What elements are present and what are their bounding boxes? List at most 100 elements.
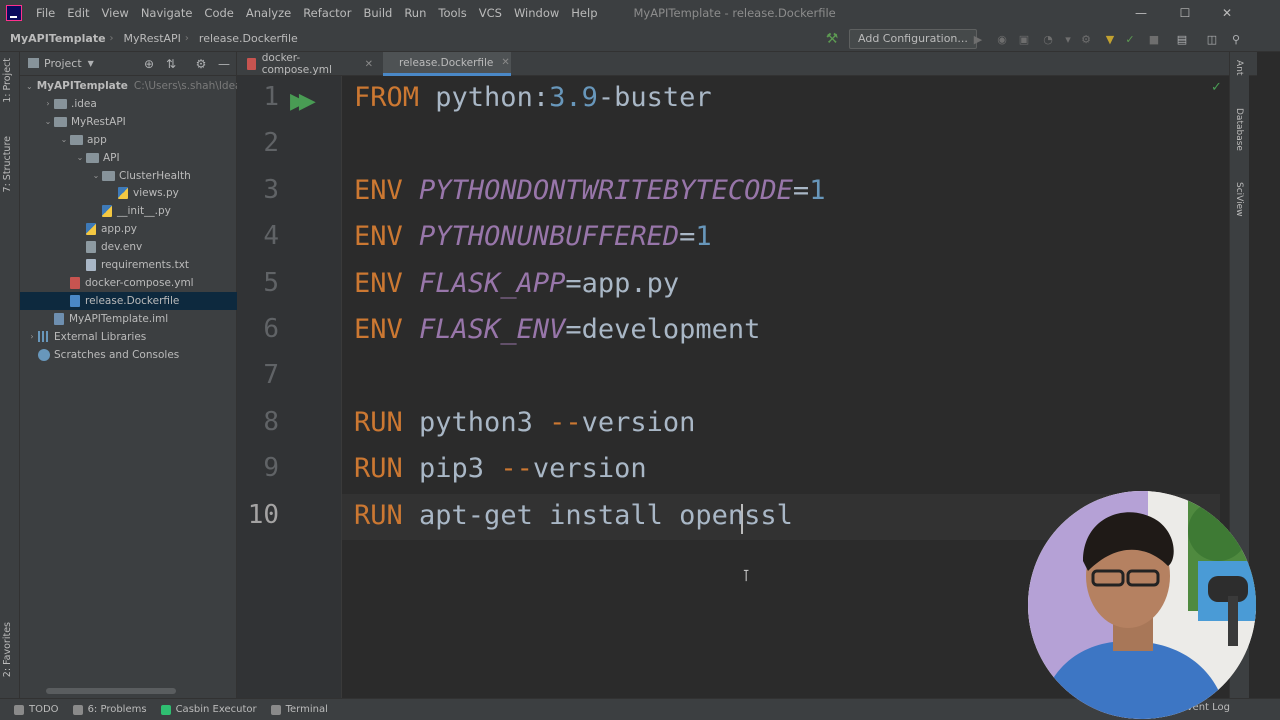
layout-icon[interactable]: ◫ bbox=[1204, 31, 1220, 47]
code-line[interactable]: RUN pip3 --version bbox=[354, 453, 647, 484]
iml-file-icon bbox=[54, 312, 64, 325]
inspection-ok-icon[interactable]: ✓ bbox=[1211, 80, 1222, 95]
profile-icon[interactable]: ◔ bbox=[1040, 31, 1056, 47]
tree-item[interactable]: ⌄ app bbox=[20, 131, 237, 149]
tree-item[interactable]: ⌄ MyAPITemplate C:\Users\s.shah\Idea bbox=[20, 77, 241, 95]
menu-edit[interactable]: Edit bbox=[61, 0, 95, 26]
line-number: 4 bbox=[263, 221, 279, 252]
menu-run[interactable]: Run bbox=[398, 0, 432, 26]
close-tab-icon[interactable]: ✕ bbox=[365, 59, 373, 70]
code-token: FLASK_ENV bbox=[419, 314, 566, 345]
chevron-right-icon[interactable]: › bbox=[42, 99, 54, 108]
sciview-tool-tab[interactable]: SciView bbox=[1234, 182, 1244, 217]
chevron-down-icon[interactable]: ⌄ bbox=[26, 82, 33, 91]
stop-icon[interactable]: ■ bbox=[1146, 31, 1162, 47]
code-line[interactable]: FROM python:3.9-buster bbox=[354, 82, 712, 113]
build-hammer-icon[interactable]: ⚒ bbox=[824, 31, 840, 47]
horizontal-scrollbar[interactable] bbox=[46, 688, 176, 694]
run-icon[interactable]: ▶ bbox=[970, 31, 986, 47]
chevron-down-icon[interactable]: ⌄ bbox=[58, 135, 70, 144]
search-icon[interactable]: ⚲ bbox=[1228, 31, 1244, 47]
tree-item[interactable]: ⌄ MyRestAPI bbox=[20, 113, 237, 131]
tool-window-icon bbox=[14, 704, 24, 715]
close-tab-icon[interactable]: ✕ bbox=[501, 57, 509, 68]
gear-icon[interactable]: ⚙ bbox=[193, 56, 209, 72]
project-tool-tab[interactable]: 1: Project bbox=[2, 58, 13, 103]
code-token: ENV bbox=[354, 314, 403, 345]
code-line[interactable]: RUN python3 --version bbox=[354, 407, 695, 438]
collapse-all-icon[interactable]: ⇅ bbox=[163, 56, 179, 72]
ant-tool-tab[interactable]: Ant bbox=[1234, 60, 1244, 75]
tree-item[interactable]: › External Libraries bbox=[20, 328, 237, 346]
tree-item-label: Scratches and Consoles bbox=[54, 348, 180, 361]
debug-icon[interactable]: ◉ bbox=[994, 31, 1010, 47]
breadcrumb-project[interactable]: MyAPITemplate bbox=[0, 32, 110, 45]
tree-item[interactable]: Scratches and Consoles bbox=[20, 346, 237, 364]
project-structure-icon[interactable]: ▤ bbox=[1174, 31, 1190, 47]
menu-analyze[interactable]: Analyze bbox=[240, 0, 297, 26]
code-token: 1 bbox=[809, 174, 826, 206]
structure-tool-tab[interactable]: 7: Structure bbox=[2, 136, 13, 192]
vcs-update-icon[interactable]: ▼ bbox=[1102, 31, 1118, 47]
close-icon[interactable]: ✕ bbox=[1206, 0, 1248, 26]
tree-item[interactable]: ⌄ ClusterHealth bbox=[20, 167, 237, 185]
minimize-icon[interactable]: — bbox=[1120, 0, 1162, 26]
code-token: ENV bbox=[354, 174, 403, 206]
tab-docker-compose[interactable]: docker-compose.yml ✕ bbox=[237, 52, 383, 76]
menu-file[interactable]: File bbox=[30, 0, 61, 26]
breadcrumb-folder[interactable]: MyRestAPI bbox=[114, 32, 185, 45]
menu-navigate[interactable]: Navigate bbox=[135, 0, 199, 26]
code-line[interactable]: ENV FLASK_ENV=development bbox=[354, 314, 760, 345]
add-configuration-button[interactable]: Add Configuration... bbox=[849, 29, 977, 49]
vcs-commit-icon[interactable]: ✓ bbox=[1122, 31, 1138, 47]
coverage-icon[interactable]: ▣ bbox=[1016, 31, 1032, 47]
code-line[interactable]: RUN apt-get install openssl bbox=[354, 500, 793, 531]
menu-refactor[interactable]: Refactor bbox=[297, 0, 357, 26]
code-line[interactable]: ENV PYTHONUNBUFFERED=1 bbox=[354, 221, 712, 252]
tree-item[interactable]: views.py bbox=[20, 184, 237, 202]
favorites-tool-tab[interactable]: 2: Favorites bbox=[2, 622, 13, 677]
chevron-down-icon[interactable]: ⌄ bbox=[74, 153, 86, 162]
menu-tools[interactable]: Tools bbox=[432, 0, 472, 26]
tree-item[interactable]: requirements.txt bbox=[20, 256, 237, 274]
maximize-icon[interactable]: ☐ bbox=[1164, 0, 1206, 26]
tree-item[interactable]: ⌄ API bbox=[20, 149, 237, 167]
menu-view[interactable]: View bbox=[96, 0, 135, 26]
breadcrumb-file[interactable]: release.Dockerfile bbox=[189, 32, 302, 45]
menu-code[interactable]: Code bbox=[198, 0, 239, 26]
chevron-right-icon[interactable]: › bbox=[26, 332, 38, 341]
tree-item[interactable]: MyAPITemplate.iml bbox=[20, 310, 237, 328]
bottom-tool-casbin-executor[interactable]: Casbin Executor bbox=[160, 704, 257, 715]
menu-build[interactable]: Build bbox=[357, 0, 398, 26]
tree-item[interactable]: dev.env bbox=[20, 238, 237, 256]
scratches-icon bbox=[38, 348, 50, 361]
tree-item[interactable]: release.Dockerfile bbox=[20, 291, 237, 310]
menu-help[interactable]: Help bbox=[565, 0, 603, 26]
chevron-down-icon[interactable]: ▼ bbox=[88, 59, 94, 68]
bottom-tool-terminal[interactable]: Terminal bbox=[270, 704, 328, 715]
tree-item[interactable]: › .idea bbox=[20, 95, 237, 113]
locate-icon[interactable]: ⊕ bbox=[141, 56, 157, 72]
menu-window[interactable]: Window bbox=[508, 0, 565, 26]
run-gutter-icon[interactable]: ▶▶ bbox=[290, 89, 316, 114]
bottom-tool-6-problems[interactable]: 6: Problems bbox=[72, 704, 147, 715]
project-view-selector[interactable]: Project bbox=[44, 57, 82, 70]
chevron-down-icon[interactable]: ⌄ bbox=[90, 171, 102, 180]
tree-item[interactable]: docker-compose.yml bbox=[20, 274, 237, 292]
line-number: 8 bbox=[263, 406, 279, 437]
tab-release-dockerfile[interactable]: release.Dockerfile ✕ bbox=[383, 52, 511, 76]
code-line[interactable]: ENV PYTHONDONTWRITEBYTECODE=1 bbox=[354, 175, 825, 206]
attach-icon[interactable]: ⚙ bbox=[1078, 31, 1094, 47]
run-more-icon[interactable]: ▾ bbox=[1060, 31, 1076, 47]
tree-item[interactable]: __init__.py bbox=[20, 202, 237, 220]
chevron-down-icon[interactable]: ⌄ bbox=[42, 117, 54, 126]
hide-panel-icon[interactable]: — bbox=[216, 56, 232, 72]
code-line[interactable]: ENV FLASK_APP=app.py bbox=[354, 268, 679, 299]
menu-vcs[interactable]: VCS bbox=[473, 0, 508, 26]
database-tool-tab[interactable]: Database bbox=[1234, 108, 1244, 151]
bottom-tool-todo[interactable]: TODO bbox=[14, 704, 59, 715]
tree-item[interactable]: app.py bbox=[20, 220, 237, 238]
editor-gutter[interactable]: ▶▶ 1 2 3 4 5 6 7 8 9 10 bbox=[237, 76, 342, 698]
